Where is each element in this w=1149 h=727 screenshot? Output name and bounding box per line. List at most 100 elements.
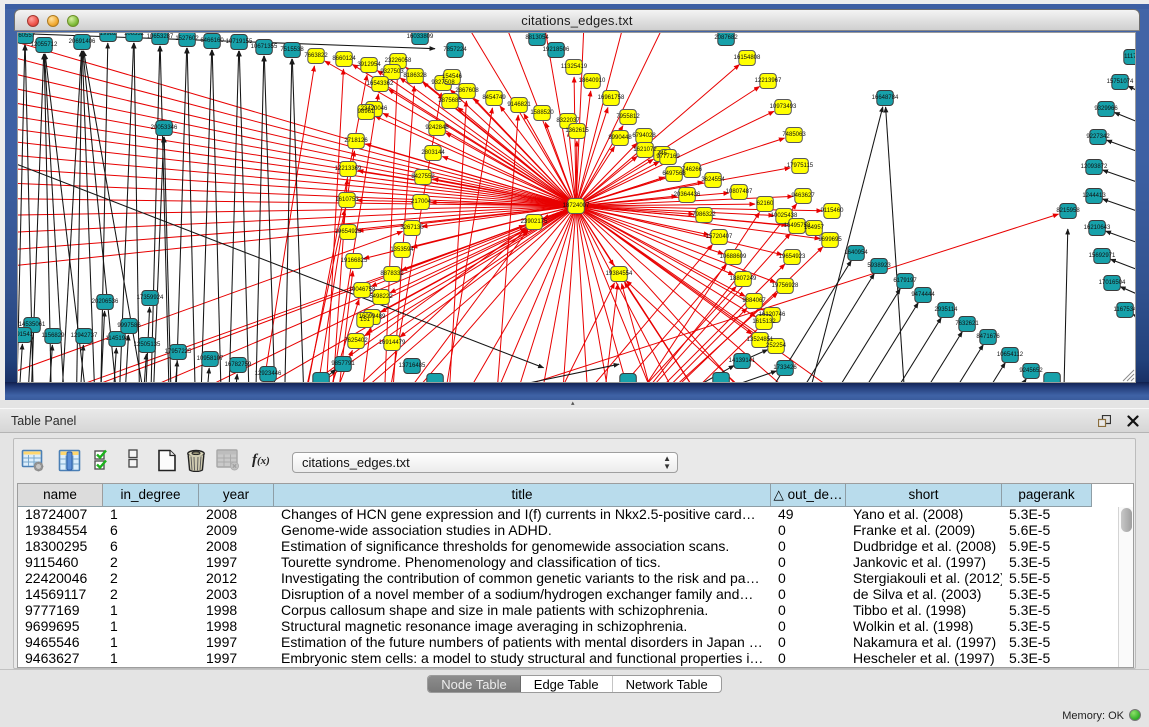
- svg-text:17975115: 17975115: [787, 163, 814, 169]
- svg-text:7632621: 7632621: [955, 321, 979, 327]
- svg-text:19654923: 19654923: [779, 254, 806, 260]
- svg-text:12213967: 12213967: [755, 78, 782, 84]
- svg-text:9146821: 9146821: [507, 102, 531, 108]
- svg-text:746266: 746266: [682, 167, 703, 173]
- svg-text:20206536: 20206536: [92, 299, 119, 305]
- svg-text:12055712: 12055712: [31, 42, 58, 48]
- svg-text:2087682: 2087682: [714, 35, 738, 41]
- svg-text:12093872: 12093872: [1081, 164, 1108, 170]
- svg-text:1615132: 1615132: [752, 319, 776, 325]
- svg-text:9327503: 9327503: [380, 69, 404, 75]
- svg-text:19982: 19982: [100, 33, 117, 37]
- svg-text:164957: 164957: [804, 225, 825, 231]
- svg-text:217004: 217004: [411, 199, 432, 205]
- svg-text:98961: 98961: [358, 109, 375, 115]
- svg-text:1156829: 1156829: [42, 333, 66, 339]
- svg-text:20691406: 20691406: [69, 39, 96, 45]
- svg-text:10688609: 10688609: [720, 254, 747, 260]
- svg-text:1527602: 1527602: [175, 36, 199, 42]
- svg-text:9463627: 9463627: [791, 193, 815, 199]
- svg-text:9115460: 9115460: [821, 208, 845, 214]
- svg-text:16120746: 16120746: [759, 312, 786, 318]
- svg-text:3875685: 3875685: [438, 98, 462, 104]
- svg-text:10973493: 10973493: [770, 104, 797, 110]
- svg-text:17359924: 17359924: [137, 295, 164, 301]
- svg-text:10046758: 10046758: [349, 287, 376, 293]
- svg-text:9884067: 9884067: [742, 298, 766, 304]
- svg-text:1244413: 1244413: [1082, 193, 1106, 199]
- svg-text:19756928: 19756928: [772, 283, 799, 289]
- svg-text:18807249: 18807249: [730, 276, 757, 282]
- svg-text:1145194: 1145194: [106, 336, 130, 342]
- svg-text:17957225: 17957225: [165, 349, 192, 355]
- svg-text:391541: 391541: [18, 332, 34, 338]
- svg-text:19218506: 19218506: [543, 47, 570, 53]
- svg-text:151: 151: [360, 317, 371, 323]
- svg-text:1733426: 1733426: [773, 365, 797, 371]
- svg-text:23226058: 23226058: [385, 58, 412, 64]
- svg-text:3267130: 3267130: [400, 225, 424, 231]
- svg-text:1640954: 1640954: [844, 250, 868, 256]
- svg-text:154546: 154546: [442, 74, 463, 80]
- svg-text:6466160: 6466160: [200, 38, 224, 44]
- svg-text:7663822: 7663822: [304, 53, 328, 59]
- svg-text:7986322: 7986322: [692, 212, 716, 218]
- svg-text:160557: 160557: [18, 33, 36, 39]
- svg-text:12923446: 12923446: [255, 371, 282, 377]
- svg-text:8215958: 8215958: [1056, 208, 1080, 214]
- svg-text:1588520: 1588520: [530, 110, 554, 116]
- svg-text:10719155: 10719155: [226, 39, 253, 45]
- svg-text:252254: 252254: [766, 343, 787, 349]
- svg-text:5938923: 5938923: [867, 263, 891, 269]
- svg-text:11172: 11172: [1124, 54, 1135, 60]
- svg-text:9327508: 9327508: [431, 80, 455, 86]
- svg-text:6794028: 6794028: [632, 133, 656, 139]
- svg-text:3912954: 3912954: [357, 62, 381, 68]
- svg-text:8322037: 8322037: [556, 118, 580, 124]
- svg-text:23902175: 23902175: [521, 219, 548, 225]
- svg-text:6179197: 6179197: [893, 278, 917, 284]
- svg-text:7515538: 7515538: [280, 47, 304, 53]
- svg-text:10958107: 10958107: [197, 356, 224, 362]
- svg-text:20053346: 20053346: [151, 125, 178, 131]
- svg-text:7485063: 7485063: [782, 132, 806, 138]
- svg-text:8990448: 8990448: [608, 135, 632, 141]
- svg-text:10671355: 10671355: [251, 44, 278, 50]
- svg-text:16210643: 16210643: [1084, 225, 1111, 231]
- svg-text:8186328: 8186328: [403, 73, 427, 79]
- svg-text:14535061: 14535061: [19, 322, 46, 328]
- svg-text:15751074: 15751074: [1107, 79, 1134, 85]
- svg-text:9227342: 9227342: [1086, 134, 1110, 140]
- svg-text:10025438: 10025438: [771, 213, 798, 219]
- svg-text:5498222: 5498222: [369, 294, 393, 300]
- svg-text:62160: 62160: [757, 201, 774, 207]
- svg-text:10654112: 10654112: [997, 352, 1024, 358]
- svg-text:19654925: 19654925: [335, 229, 362, 235]
- svg-text:18724007: 18724007: [563, 203, 590, 209]
- svg-text:9777169: 9777169: [656, 154, 680, 160]
- svg-text:12942737: 12942737: [71, 333, 98, 339]
- svg-text:16782759: 16782759: [225, 362, 252, 368]
- svg-text:3624554: 3624554: [701, 177, 725, 183]
- svg-text:17016504: 17016504: [1099, 280, 1126, 286]
- svg-text:8813054: 8813054: [525, 35, 549, 41]
- svg-text:16914479: 16914479: [379, 340, 406, 346]
- svg-text:7955812: 7955812: [616, 114, 640, 120]
- svg-text:15692971: 15692971: [1089, 253, 1116, 259]
- svg-text:9699695: 9699695: [818, 237, 842, 243]
- svg-text:11325419: 11325419: [561, 64, 588, 70]
- svg-text:16154808: 16154808: [734, 55, 761, 61]
- svg-text:16961758: 16961758: [598, 95, 625, 101]
- svg-text:16033809: 16033809: [407, 34, 434, 40]
- svg-text:8878332: 8878332: [380, 271, 404, 277]
- svg-text:8660124: 8660124: [332, 56, 356, 62]
- svg-text:7625402: 7625402: [344, 338, 368, 344]
- svg-text:1610753: 1610753: [335, 197, 359, 203]
- svg-text:19166825: 19166825: [341, 258, 368, 264]
- svg-text:13716485: 13716485: [399, 363, 426, 369]
- svg-text:2803144: 2803144: [421, 150, 445, 156]
- svg-text:8427552: 8427552: [411, 174, 435, 180]
- svg-text:12505135: 12505135: [134, 342, 161, 348]
- svg-text:2867608: 2867608: [455, 88, 479, 94]
- svg-text:9997586: 9997586: [117, 323, 141, 329]
